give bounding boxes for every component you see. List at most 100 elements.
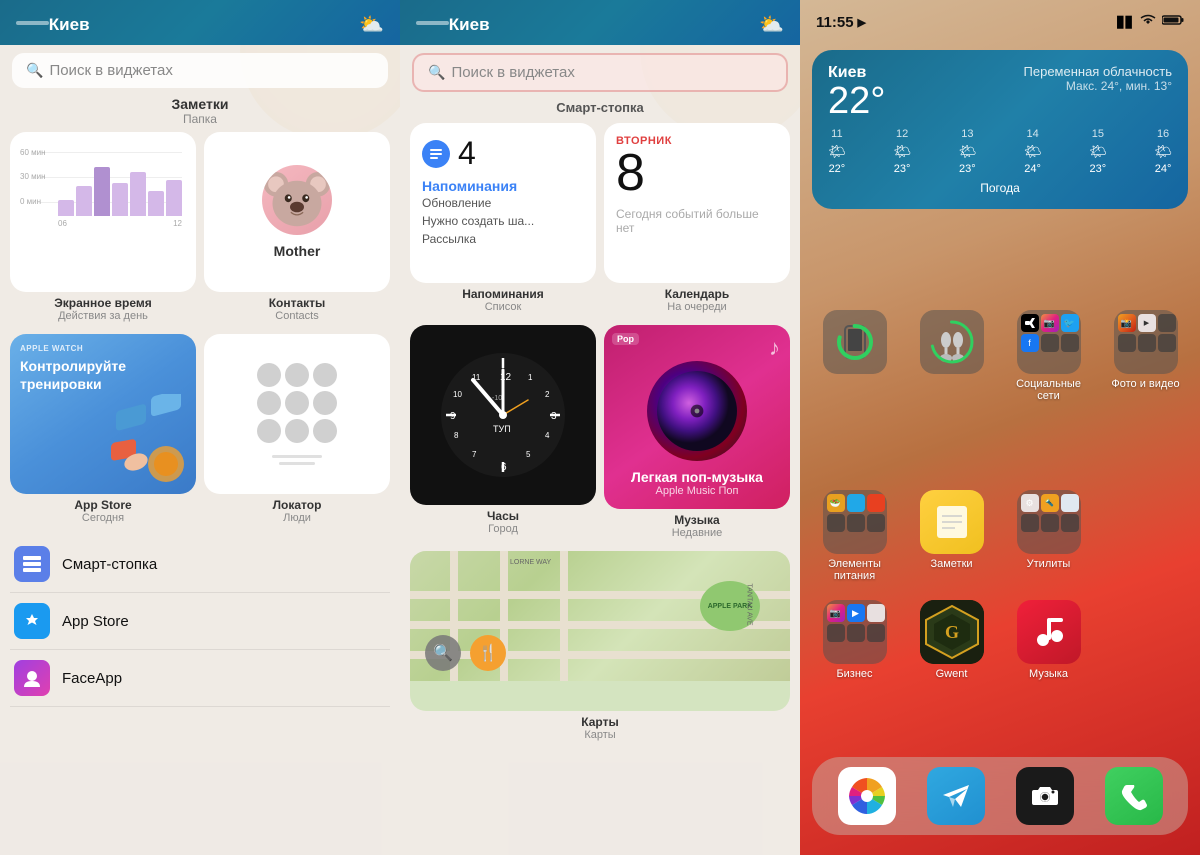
gwent-label: Gwent [936, 668, 968, 680]
forecast-day-16: 16 🌤 24° [1154, 128, 1172, 175]
app-item-food[interactable]: 🥗 Элементы питания [812, 490, 897, 582]
list-item-appstore[interactable]: App Store [10, 593, 390, 650]
food-label: Элементы питания [812, 558, 897, 582]
svg-text:ТУП: ТУП [493, 424, 511, 434]
app-item-rings1[interactable] [812, 310, 897, 402]
weather-icon-2: ⛅ [759, 12, 784, 37]
search-bar-1[interactable]: 🔍 Поиск в виджетах [12, 53, 388, 88]
faceapp-label: FaceApp [62, 670, 122, 687]
svg-text:4: 4 [545, 431, 550, 440]
svg-text:G: G [944, 622, 958, 642]
contacts-widget[interactable]: Mother Контакты Contacts [204, 132, 390, 326]
gallery-header-1: Киев ⛅ [0, 0, 400, 45]
screentime-widget[interactable]: 60 мин 30 мин 0 мин [10, 132, 196, 326]
music-app-label: Музыка [1029, 668, 1068, 680]
widget-list: Смарт-стопка App Store FaceApp [0, 536, 400, 707]
widget-gallery-1: Киев ⛅ 🔍 Поиск в виджетах Заметки Папка [0, 0, 400, 855]
app-item-business[interactable]: 📷 ▶ Бизнес [812, 600, 897, 680]
reminders-widget[interactable]: 4 Напоминания Обновление Нужно создать ш… [410, 123, 596, 317]
dock-phone[interactable] [1105, 767, 1163, 825]
photos-icon [838, 767, 896, 825]
forecast-day-15: 15 🌤 23° [1089, 128, 1107, 175]
svg-text:1: 1 [528, 373, 533, 382]
rings-icon-1 [823, 310, 887, 374]
map-food-btn[interactable]: 🍴 [470, 635, 506, 671]
svg-text:5: 5 [526, 450, 531, 459]
reminders-icon [422, 140, 450, 168]
chart-line-top [40, 152, 182, 153]
app-item-photo-video[interactable]: 📸 ▶ Фото и видео [1103, 310, 1188, 402]
camera-icon [1016, 767, 1074, 825]
app-item-music[interactable]: Музыка [1006, 600, 1091, 680]
notes-label: Заметки [930, 558, 972, 570]
utilities-folder-icon: ⚙ 🔦 [1017, 490, 1081, 554]
dock-camera[interactable] [1016, 767, 1074, 825]
search-icon-1: 🔍 [26, 62, 43, 79]
appstore-widget[interactable]: APPLE WATCH Контролируйте тренировки [10, 334, 196, 528]
empty-slot-2 [1103, 600, 1188, 680]
social-label: Социальные сети [1006, 378, 1091, 402]
rings-icon-2 [920, 310, 984, 374]
dock-telegram[interactable] [927, 767, 985, 825]
smartstack-label: Смарт-стопка [62, 556, 157, 573]
business-folder-icon: 📷 ▶ [823, 600, 887, 664]
photo-video-label: Фото и видео [1111, 378, 1179, 390]
status-time: 11:55 ▶ [816, 14, 866, 31]
contact-avatar [262, 165, 332, 235]
location-icon: ▶ [858, 16, 866, 29]
search-bar-2[interactable]: 🔍 Поиск в виджетах [412, 53, 788, 92]
city-label-1: Киев [49, 15, 90, 35]
calendar-widget[interactable]: ВТОРНИК 8 Сегодня событий больше нет Кал… [604, 123, 790, 317]
maps-widget-container[interactable]: APPLE PARK TANTAU AVE LORNE WAY 🔍 🍴 Карт… [400, 551, 800, 745]
app-item-social[interactable]: 📷 🐦 f Социальные сети [1006, 310, 1091, 402]
stack-grid: 4 Напоминания Обновление Нужно создать ш… [400, 123, 800, 543]
forecast-day-11: 11 🌤 22° [828, 128, 846, 175]
app-grid-row3: 📷 ▶ Бизнес G Gwent [812, 600, 1188, 680]
social-folder-icon: 📷 🐦 f [1017, 310, 1081, 374]
app-item-rings2[interactable] [909, 310, 994, 402]
locator-widget[interactable]: Локатор Люди [204, 334, 390, 528]
search-placeholder-1: Поиск в виджетах [49, 62, 172, 79]
svg-text:3: 3 [551, 411, 557, 422]
app-grid-row2: 🥗 Элементы питания Замет [812, 490, 1188, 582]
notes-app-icon [920, 490, 984, 554]
panel-3: 11:55 ▶ ▊▊ Ки [800, 0, 1200, 855]
locator-dots [257, 363, 337, 443]
svg-text:6: 6 [501, 462, 507, 473]
faceapp-icon [14, 660, 50, 696]
music-widget[interactable]: ♪ Pop [604, 325, 790, 543]
dock-photos[interactable] [838, 767, 896, 825]
utilities-label: Утилиты [1027, 558, 1071, 570]
svg-text:9: 9 [450, 411, 456, 422]
svg-text:7: 7 [472, 450, 477, 459]
list-item-faceapp[interactable]: FaceApp [10, 650, 390, 707]
status-bar: 11:55 ▶ ▊▊ [800, 0, 1200, 44]
widget-gallery-2: Киев ⛅ 🔍 Поиск в виджетах Смарт-стопка [400, 0, 800, 855]
app-item-utilities[interactable]: ⚙ 🔦 Утилиты [1006, 490, 1091, 582]
gwent-icon: G [920, 600, 984, 664]
home-dock [812, 757, 1188, 835]
app-item-gwent[interactable]: G Gwent [909, 600, 994, 680]
app-grid-row1: 📷 🐦 f Социальные сети 📸 ▶ [812, 310, 1188, 402]
gallery-header-2: Киев ⛅ [400, 0, 800, 45]
home-weather-widget[interactable]: Киев 22° Переменная облачность Макс. 24°… [812, 50, 1188, 209]
weather-forecast: 11 🌤 22° 12 🌤 23° 13 🌤 23° 14 🌤 24° 15 [828, 128, 1172, 175]
list-item-smartstack[interactable]: Смарт-стопка [10, 536, 390, 593]
appstore-icon [14, 603, 50, 639]
section-title-1: Заметки Папка [0, 96, 400, 126]
clock-widget[interactable]: 12 3 6 9 1 2 4 5 7 8 10 11 -10 [410, 325, 596, 543]
app-item-notes[interactable]: Заметки [909, 490, 994, 582]
map-background: APPLE PARK TANTAU AVE LORNE WAY 🔍 🍴 [410, 551, 790, 681]
battery-icon [1162, 13, 1184, 31]
search-placeholder-2: Поиск в виджетах [451, 64, 574, 81]
appstore-list-label: App Store [62, 613, 129, 630]
telegram-icon [927, 767, 985, 825]
empty-slot-1 [1103, 490, 1188, 582]
photo-folder-icon: 📸 ▶ [1114, 310, 1178, 374]
signal-icon: ▊▊ [1117, 16, 1134, 29]
gallery-handle-2 [416, 21, 449, 25]
map-search-btn[interactable]: 🔍 [425, 635, 461, 671]
svg-text:8: 8 [454, 431, 459, 440]
rem-count: 4 [458, 135, 476, 172]
maps-widget[interactable]: APPLE PARK TANTAU AVE LORNE WAY 🔍 🍴 [410, 551, 790, 711]
